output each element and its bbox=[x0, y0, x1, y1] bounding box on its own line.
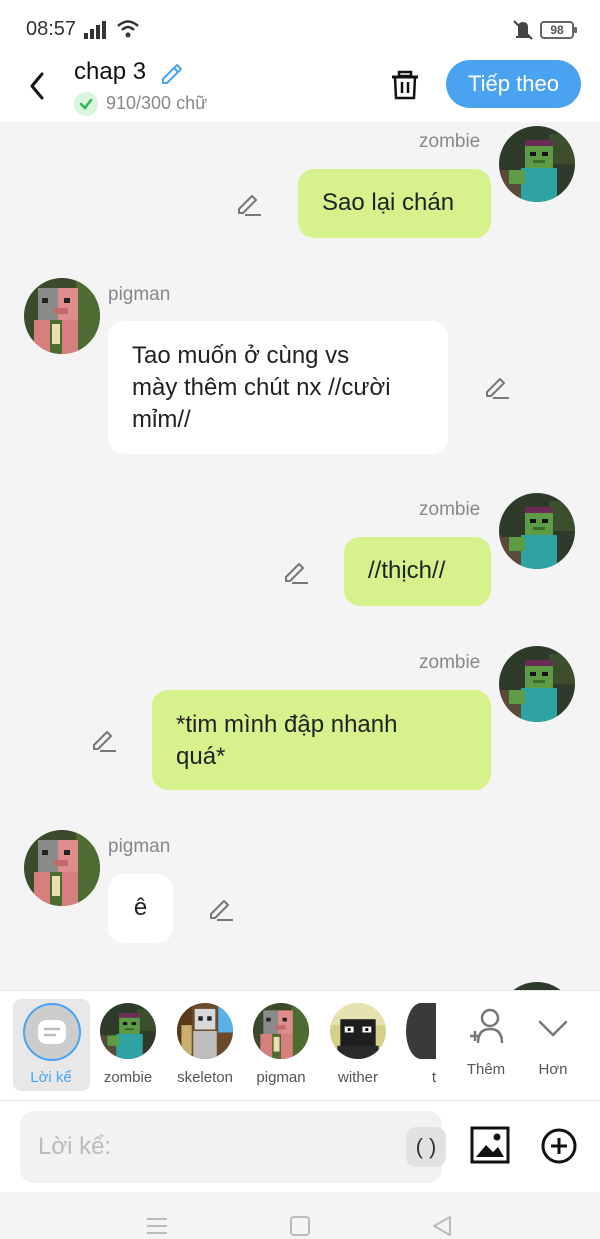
next-button[interactable]: Tiếp theo bbox=[446, 60, 581, 108]
pencil-icon[interactable] bbox=[207, 895, 235, 923]
back-arrow-icon[interactable] bbox=[20, 64, 54, 104]
message-bubble[interactable]: *tim mình đập nhanh quá* bbox=[152, 690, 491, 790]
character-label: zombie bbox=[103, 1069, 153, 1086]
mute-icon bbox=[513, 20, 533, 40]
message-bubble[interactable]: ê bbox=[108, 874, 173, 943]
battery-icon: 98 bbox=[540, 21, 577, 39]
message-line: quá* bbox=[176, 743, 226, 770]
zombie-avatar[interactable] bbox=[499, 982, 575, 990]
wifi-icon bbox=[117, 20, 139, 38]
message-line: Tao muốn ở cùng vs bbox=[132, 342, 350, 369]
zombie-avatar[interactable] bbox=[499, 646, 575, 722]
pencil-icon[interactable] bbox=[282, 558, 310, 586]
edit-title-pencil-icon[interactable] bbox=[158, 58, 186, 86]
word-count: 910/300 chữ bbox=[106, 93, 208, 113]
character-skeleton[interactable]: skeleton bbox=[167, 999, 243, 1091]
character-label: t bbox=[431, 1069, 437, 1086]
composer-box: ( ) bbox=[20, 1111, 446, 1183]
speaker-name: zombie bbox=[419, 131, 481, 152]
more-characters-button[interactable]: Hơn bbox=[515, 999, 591, 1091]
status-bar: 08:57 98 bbox=[0, 0, 600, 58]
menu-icon[interactable] bbox=[146, 1216, 168, 1236]
signal-icon bbox=[84, 21, 106, 39]
message-line: ê bbox=[133, 894, 148, 921]
trash-icon[interactable] bbox=[388, 64, 422, 104]
more-label: Hơn bbox=[538, 1061, 568, 1078]
message-line: //thịch// bbox=[368, 557, 446, 584]
character-zombie[interactable]: zombie bbox=[90, 999, 166, 1091]
composer-row: ( ) bbox=[0, 1100, 600, 1192]
chat-area: zombie Sao lại chán pigman Tao muốn ở cù… bbox=[0, 122, 600, 990]
message-line: Sao lại chán bbox=[322, 189, 455, 216]
character-bar: Lời kể zombie skeleton pigman wither t T… bbox=[0, 990, 600, 1100]
speaker-name: pigman bbox=[108, 836, 171, 857]
partial-avatar bbox=[406, 1003, 436, 1059]
add-person-icon bbox=[470, 1008, 504, 1044]
message-input[interactable] bbox=[38, 1111, 388, 1183]
add-label: Thêm bbox=[466, 1061, 506, 1078]
character-wither[interactable]: wither bbox=[320, 999, 396, 1091]
message-line: *tim mình đập nhanh bbox=[176, 711, 398, 738]
character-label: skeleton bbox=[177, 1069, 233, 1086]
narrator-icon bbox=[38, 1020, 66, 1044]
message-line: mỉm// bbox=[132, 406, 191, 433]
pencil-icon[interactable] bbox=[483, 373, 511, 401]
character-partial[interactable]: t bbox=[396, 999, 440, 1091]
pencil-icon[interactable] bbox=[235, 190, 263, 218]
message-line: mày thêm chút nx //cười bbox=[132, 374, 391, 401]
character-label: pigman bbox=[256, 1069, 306, 1086]
message-bubble[interactable]: Tao muốn ở cùng vs mày thêm chút nx //cư… bbox=[108, 321, 448, 454]
pigman-avatar bbox=[253, 1003, 309, 1059]
pigman-avatar[interactable] bbox=[24, 830, 100, 906]
message-bubble[interactable]: //thịch// bbox=[344, 537, 491, 606]
message-bubble[interactable]: Sao lại chán bbox=[298, 169, 491, 238]
character-label: Lời kể bbox=[30, 1069, 72, 1086]
character-label: wither bbox=[337, 1069, 378, 1086]
add-character-button[interactable]: Thêm bbox=[448, 999, 524, 1091]
wither-avatar bbox=[330, 1003, 386, 1059]
app-header: chap 3 910/300 chữ Tiếp theo bbox=[0, 58, 600, 122]
chevron-down-icon bbox=[538, 1020, 568, 1037]
speaker-name: zombie bbox=[419, 499, 481, 520]
status-time: 08:57 bbox=[26, 18, 77, 40]
action-parentheses-button[interactable]: ( ) bbox=[406, 1127, 446, 1167]
pigman-avatar[interactable] bbox=[24, 278, 100, 354]
system-nav-bar bbox=[0, 1192, 600, 1239]
home-square-icon[interactable] bbox=[289, 1216, 311, 1236]
image-icon[interactable] bbox=[470, 1125, 510, 1165]
narrator-avatar bbox=[23, 1003, 81, 1061]
zombie-avatar[interactable] bbox=[499, 493, 575, 569]
check-icon bbox=[74, 92, 98, 116]
speaker-name: zombie bbox=[419, 652, 481, 673]
chapter-title: chap 3 bbox=[74, 58, 147, 85]
back-triangle-icon[interactable] bbox=[431, 1216, 453, 1236]
speaker-name: pigman bbox=[108, 284, 171, 305]
zombie-avatar bbox=[100, 1003, 156, 1059]
character-pigman[interactable]: pigman bbox=[243, 999, 319, 1091]
skeleton-avatar bbox=[177, 1003, 233, 1059]
zombie-avatar[interactable] bbox=[499, 126, 575, 202]
pencil-icon[interactable] bbox=[90, 726, 118, 754]
plus-circle-icon[interactable] bbox=[540, 1127, 578, 1165]
character-narrator[interactable]: Lời kể bbox=[13, 999, 90, 1091]
